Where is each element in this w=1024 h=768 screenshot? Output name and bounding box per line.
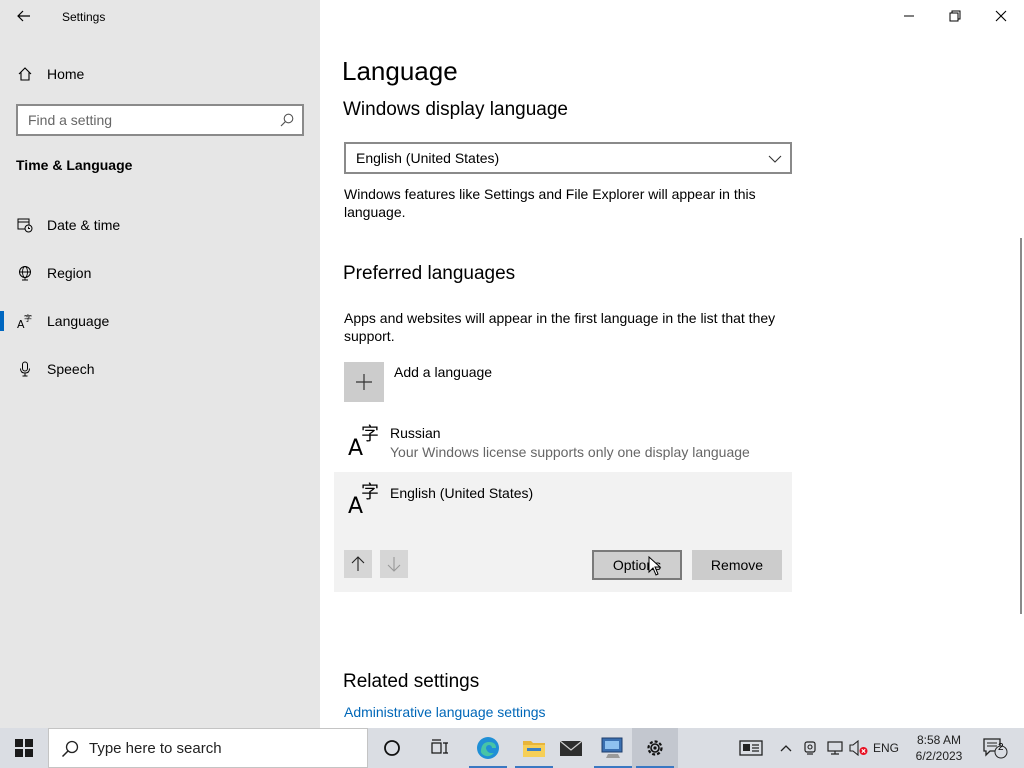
- folder-icon: [523, 741, 545, 757]
- settings-search-input[interactable]: [18, 106, 268, 134]
- move-down-button[interactable]: [380, 550, 408, 578]
- language-icon: A字: [17, 313, 33, 329]
- mail-envelope-icon: [559, 740, 583, 756]
- settings-app[interactable]: [632, 728, 678, 768]
- network-icon: [827, 741, 843, 755]
- page-title: Language: [342, 56, 458, 86]
- cortana-circle-icon: [384, 740, 400, 756]
- clock-date: 6/2/2023: [915, 749, 963, 763]
- admin-language-settings-link[interactable]: Administrative language settings: [344, 704, 546, 720]
- sidebar-item-label: Speech: [47, 361, 95, 377]
- language-note: Your Windows license supports only one d…: [390, 444, 750, 460]
- tray-app-button[interactable]: [801, 728, 819, 768]
- display-language-heading: Windows display language: [343, 99, 568, 120]
- camera-tray-icon: [804, 741, 816, 755]
- calendar-clock-icon: [17, 217, 33, 233]
- network-button[interactable]: [824, 728, 846, 768]
- task-view-icon: [431, 739, 448, 754]
- restore-button[interactable]: [932, 0, 978, 32]
- language-item-english[interactable]: A字 English (United States) Options Remov…: [334, 472, 792, 592]
- taskbar: Type here to search ENG 8:58 AM 6/2/2023…: [0, 728, 1024, 768]
- news-widget-button[interactable]: [736, 728, 766, 768]
- dropdown-value: English (United States): [356, 150, 500, 166]
- arrow-down-icon: [387, 557, 401, 572]
- edge-app[interactable]: [465, 728, 511, 768]
- show-hidden-icons-button[interactable]: [777, 728, 795, 768]
- sidebar-item-label: Language: [47, 313, 110, 329]
- settings-search-box[interactable]: [16, 104, 304, 136]
- preferred-languages-description: Apps and websites will appear in the fir…: [344, 310, 776, 344]
- search-icon: [61, 740, 79, 758]
- related-settings-heading: Related settings: [343, 671, 480, 692]
- section-title: Time & Language: [16, 157, 133, 173]
- language-glyph-icon: A字: [348, 424, 379, 461]
- minimize-button[interactable]: [886, 0, 932, 32]
- minimize-icon: [904, 15, 914, 17]
- add-language-button[interactable]: Add a language: [344, 362, 792, 402]
- sidebar-item-label: Region: [47, 265, 92, 281]
- cortana-button[interactable]: [369, 728, 415, 768]
- chevron-down-icon: [768, 152, 782, 168]
- computer-monitor-icon: [601, 737, 623, 758]
- arrow-up-icon: [351, 556, 365, 571]
- sidebar-item-date-time[interactable]: Date & time: [0, 205, 320, 245]
- language-glyph-icon: A字: [348, 482, 379, 519]
- mouse-pointer-icon: [648, 556, 662, 576]
- add-language-label: Add a language: [394, 364, 493, 380]
- input-language-indicator[interactable]: ENG: [873, 741, 899, 755]
- edge-browser-icon: [477, 737, 499, 759]
- plus-icon: [344, 362, 384, 402]
- back-button[interactable]: [10, 4, 38, 28]
- mail-app[interactable]: [548, 728, 594, 768]
- start-button[interactable]: [0, 728, 48, 768]
- taskbar-search-box[interactable]: Type here to search: [48, 728, 368, 768]
- notification-count: 2: [998, 742, 1004, 753]
- restore-icon: [949, 10, 961, 22]
- svg-text:字: 字: [24, 313, 32, 323]
- clock-time: 8:58 AM: [916, 733, 962, 747]
- news-icon: [739, 740, 763, 756]
- display-language-description: Windows features like Settings and File …: [344, 186, 756, 220]
- sidebar-item-label: Date & time: [47, 217, 121, 233]
- notification-icon: [983, 738, 1008, 759]
- app-title: Settings: [62, 10, 106, 24]
- sidebar: Settings Home Time & Language Date & tim…: [0, 0, 320, 728]
- preferred-languages-heading: Preferred languages: [343, 263, 516, 284]
- windows-logo-icon: [15, 739, 33, 757]
- taskbar-search-placeholder: Type here to search: [89, 739, 222, 757]
- volume-muted-icon: [849, 740, 868, 756]
- remove-button[interactable]: Remove: [692, 550, 782, 580]
- sidebar-item-speech[interactable]: Speech: [0, 349, 320, 389]
- home-icon: [17, 66, 33, 82]
- clock[interactable]: 8:58 AM 6/2/2023: [908, 732, 970, 764]
- language-name: Russian: [390, 425, 441, 441]
- selection-indicator: [0, 311, 4, 331]
- move-up-button[interactable]: [344, 550, 372, 578]
- volume-button[interactable]: [848, 728, 870, 768]
- sidebar-item-label: Home: [47, 66, 85, 82]
- task-view-button[interactable]: [417, 728, 463, 768]
- display-language-dropdown[interactable]: English (United States): [344, 142, 792, 174]
- sidebar-item-region[interactable]: Region: [0, 253, 320, 293]
- remote-desktop-app[interactable]: [590, 728, 636, 768]
- close-icon: [995, 10, 1007, 22]
- chevron-up-icon: [780, 745, 792, 752]
- globe-icon: [17, 265, 33, 281]
- search-icon: [280, 113, 294, 132]
- sidebar-item-home[interactable]: Home: [0, 58, 320, 90]
- microphone-icon: [17, 361, 33, 377]
- language-item-russian[interactable]: A字 Russian Your Windows license supports…: [334, 414, 792, 470]
- action-center-button[interactable]: 2: [978, 728, 1012, 768]
- gear-icon: [647, 740, 663, 756]
- sidebar-item-language[interactable]: A字 Language: [0, 301, 320, 341]
- language-name: English (United States): [390, 485, 534, 501]
- close-button[interactable]: [978, 0, 1024, 32]
- scrollbar[interactable]: [1020, 238, 1022, 614]
- back-arrow-icon: [17, 10, 30, 22]
- options-button[interactable]: Options: [592, 550, 682, 580]
